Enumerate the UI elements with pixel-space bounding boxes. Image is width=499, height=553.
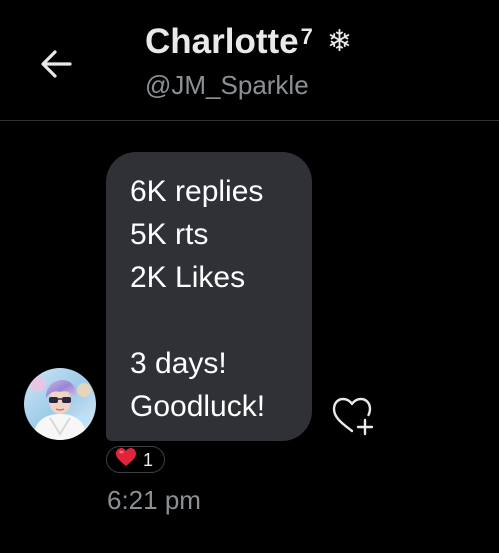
profile-title[interactable]: Charlotte 7 ❄ [145, 18, 352, 66]
message-line: 6K replies [130, 175, 264, 208]
message-bubble[interactable]: 6K replies 5K rts 2K Likes 3 days! Goodl… [106, 152, 312, 441]
reaction-count: 1 [143, 449, 154, 470]
user-handle[interactable]: @JM_Sparkle [145, 68, 309, 102]
heart-emoji-icon [115, 447, 137, 472]
back-button[interactable] [30, 42, 82, 90]
arrow-left-icon [38, 46, 74, 87]
message-line: 3 days! [130, 347, 227, 380]
message-line: Goodluck! [130, 390, 266, 423]
display-name-superscript: 7 [300, 24, 313, 49]
dm-conversation-screen: Charlotte 7 ❄ @JM_Sparkle 6K replies 5K … [0, 0, 499, 553]
reaction-badge[interactable]: 1 [106, 446, 165, 473]
message-timestamp: 6:21 pm [107, 485, 201, 515]
message-line: 2K Likes [130, 261, 246, 294]
heart-plus-icon [328, 397, 376, 444]
add-reaction-button[interactable] [328, 394, 376, 440]
message-line: 5K rts [130, 218, 209, 251]
conversation-header: Charlotte 7 ❄ @JM_Sparkle [0, 0, 499, 121]
display-name: Charlotte [145, 22, 299, 61]
avatar[interactable] [24, 368, 96, 440]
snowflake-icon: ❄ [326, 25, 353, 58]
avatar-image [24, 368, 96, 440]
